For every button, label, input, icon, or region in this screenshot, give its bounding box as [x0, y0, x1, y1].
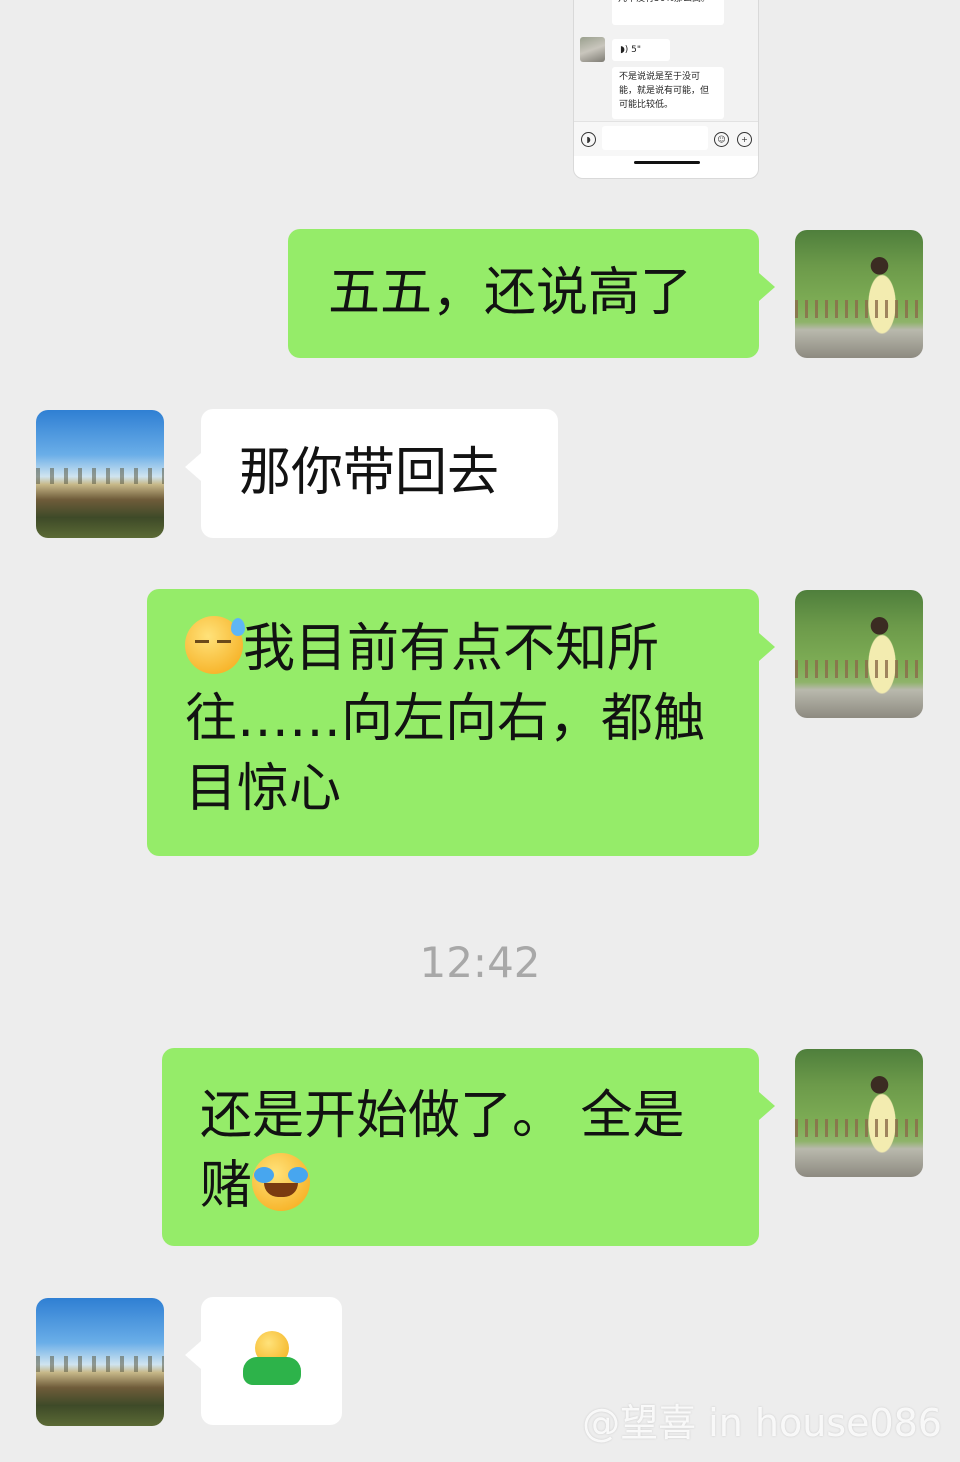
embedded-message-reply: 不是说说是至于没可能，就是说有可能，但可能比较低。 [612, 67, 724, 119]
message-bubble-sent[interactable]: 我目前有点不知所往……向左向右，都触目惊心 [147, 589, 775, 856]
message-text: 那你带回去 [239, 443, 500, 503]
message-bubble-received[interactable] [185, 1297, 342, 1425]
self-avatar[interactable] [795, 230, 923, 358]
person-figure-emoji [239, 1331, 303, 1387]
embedded-screenshot-image[interactable]: 几率没有50%那么高。 ◗) 5" 不是说说是至于没可能，就是说有可能，但可能比… [573, 0, 759, 179]
message-text: 五五，还说高了 [328, 263, 693, 323]
message-bubble-received[interactable]: 那你带回去 [185, 409, 558, 538]
home-indicator [634, 161, 700, 164]
contact-avatar[interactable] [36, 1298, 164, 1426]
voice-duration: 5" [631, 45, 642, 55]
watermark: @望喜 in house086 [582, 1401, 942, 1445]
self-avatar[interactable] [795, 590, 923, 718]
embedded-text-field [602, 126, 708, 150]
message-bubble-sent[interactable]: 还是开始做了。 全是赌 [162, 1048, 775, 1246]
voice-input-icon: ◗ [581, 132, 596, 147]
embedded-avatar [580, 37, 605, 62]
plus-icon: + [737, 132, 752, 147]
emoji-icon: ☺ [714, 132, 729, 147]
self-avatar[interactable] [795, 1049, 923, 1177]
embedded-voice-message: ◗) 5" [612, 39, 670, 61]
face-holding-back-tears-emoji [252, 1153, 311, 1211]
chat-timestamp: 12:42 [419, 938, 541, 987]
message-text: 我目前有点不知所往……向左向右，都触目惊心 [185, 619, 706, 819]
voice-wave-icon: ◗) [620, 45, 629, 55]
contact-avatar[interactable] [36, 410, 164, 538]
embedded-input-bar: ◗ ☺ + [574, 121, 758, 156]
downcast-face-with-sweat-emoji [185, 616, 245, 674]
embedded-message-top: 几率没有50%那么高。 [612, 0, 724, 25]
message-bubble-sent[interactable]: 五五，还说高了 [288, 229, 775, 358]
embedded-chat-area: 几率没有50%那么高。 ◗) 5" 不是说说是至于没可能，就是说有可能，但可能比… [574, 0, 758, 121]
